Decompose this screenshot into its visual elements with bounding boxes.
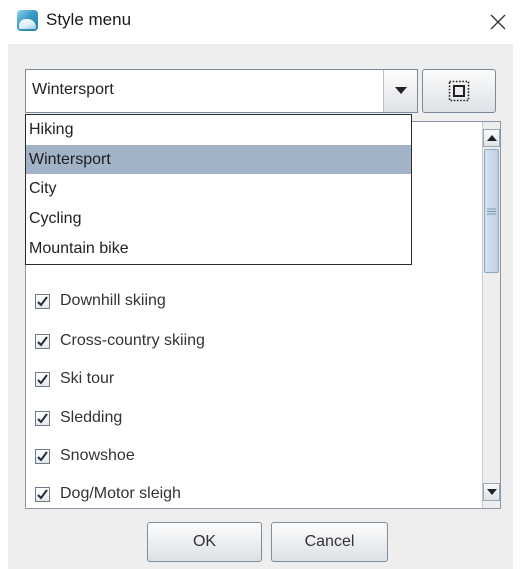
option-wintersport[interactable]: Wintersport <box>26 145 411 174</box>
chevron-down-icon <box>394 87 407 94</box>
dropdown-arrow-button[interactable] <box>383 70 417 112</box>
list-item-label: Cross-country skiing <box>60 332 205 349</box>
grip-icon <box>487 208 496 214</box>
list-item-label: Snowshoe <box>60 447 135 464</box>
check-icon <box>37 488 48 500</box>
list-item[interactable]: Sledding <box>35 403 122 433</box>
list-item-label: Dog/Motor sleigh <box>60 485 181 502</box>
checkbox[interactable] <box>35 448 50 464</box>
list-item[interactable]: Cross-country skiing <box>35 326 205 356</box>
checkbox[interactable] <box>35 293 50 309</box>
scroll-down-button[interactable] <box>483 483 500 501</box>
list-item[interactable]: Downhill skiing <box>35 286 166 316</box>
close-icon[interactable] <box>475 0 521 44</box>
checkbox[interactable] <box>35 410 50 426</box>
option-hiking[interactable]: Hiking <box>26 115 411 144</box>
list-item-label: Downhill skiing <box>60 292 166 309</box>
list-item[interactable]: Ski tour <box>35 364 114 394</box>
check-icon <box>37 335 48 347</box>
app-icon <box>17 10 38 31</box>
list-item[interactable]: Dog/Motor sleigh <box>35 479 181 508</box>
title-bar: Style menu <box>0 0 521 44</box>
checkbox[interactable] <box>35 371 50 387</box>
arrow-down-icon <box>486 489 497 495</box>
option-city[interactable]: City <box>26 174 411 203</box>
checkbox[interactable] <box>35 486 50 502</box>
combobox-popup: Hiking Wintersport City Cycling Mountain… <box>25 114 412 265</box>
arrow-up-icon <box>486 135 497 141</box>
list-item-label: Ski tour <box>60 370 115 387</box>
scroll-thumb[interactable] <box>484 149 499 273</box>
scroll-up-button[interactable] <box>483 129 500 147</box>
cancel-button[interactable]: Cancel <box>271 522 388 562</box>
select-all-button[interactable] <box>422 69 496 113</box>
list-item-label: Sledding <box>60 409 123 426</box>
select-all-icon <box>448 80 470 102</box>
list-item[interactable] <box>35 508 60 509</box>
check-icon <box>37 373 48 385</box>
combobox-value: Wintersport <box>32 81 114 98</box>
option-mountain-bike[interactable]: Mountain bike <box>26 234 411 263</box>
ok-button[interactable]: OK <box>147 522 262 562</box>
vertical-scrollbar[interactable] <box>482 122 500 508</box>
checkbox[interactable] <box>35 333 50 349</box>
option-cycling[interactable]: Cycling <box>26 204 411 233</box>
check-icon <box>37 295 48 307</box>
style-combobox[interactable]: Wintersport <box>25 69 418 113</box>
window-title: Style menu <box>46 10 132 29</box>
list-item[interactable]: Snowshoe <box>35 441 135 471</box>
dialog-content: Wintersport Downhill skiing Cross-countr… <box>8 44 513 569</box>
check-icon <box>37 412 48 424</box>
check-icon <box>37 450 48 462</box>
